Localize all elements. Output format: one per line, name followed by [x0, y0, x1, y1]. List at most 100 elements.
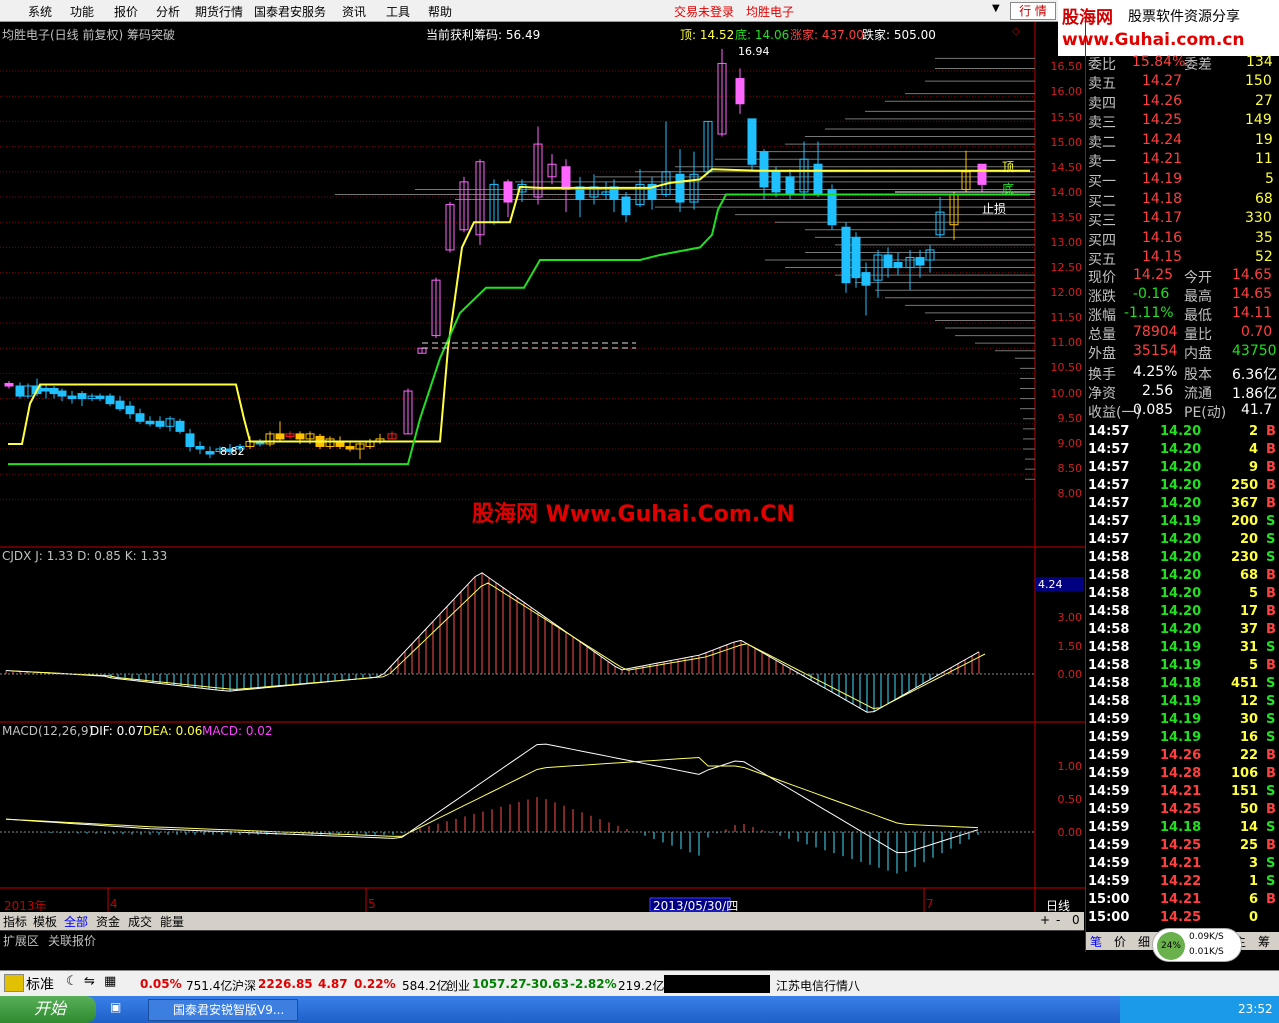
tab-capital[interactable]: 资金 [96, 913, 120, 930]
candle-body [205, 451, 215, 455]
tick-row: 14:58 14.19 12 S [1088, 694, 1276, 709]
cjdx-cursor-value: 4.24 [1038, 578, 1063, 591]
market-status-bar: 标准 ☾ ⇋ ▦ 0.05% 751.4亿 沪深 2226.85 4.87 0.… [0, 970, 1279, 996]
candle-body [195, 445, 205, 450]
macd-dif-line [5, 743, 979, 854]
candle-body [621, 196, 631, 216]
tick-row: 14:57 14.20 250 B [1088, 478, 1276, 493]
candle-body [125, 405, 135, 415]
start-button[interactable]: 开始 [0, 996, 96, 1023]
sell-level-row: 卖四 14.26 27 [1088, 92, 1273, 112]
menu-news[interactable]: 资讯 [342, 3, 366, 20]
candle-body [345, 445, 355, 450]
trade-login-status[interactable]: 交易未登录 [674, 3, 734, 20]
clock[interactable]: 23:52 [1238, 1002, 1273, 1016]
app-icon[interactable] [4, 974, 24, 992]
menu-function[interactable]: 功能 [70, 3, 94, 20]
stat-row: 总量 78904 量比 0.70 [1088, 324, 1273, 343]
bottom-price-label: 底: 14.06 [735, 28, 790, 42]
quick-launch-icon[interactable]: ▣ [110, 1000, 130, 1018]
price-gridlines [0, 70, 1035, 500]
tick-row: 14:57 14.20 367 B [1088, 496, 1276, 511]
buy-level-row: 买四 14.16 35 [1088, 229, 1273, 249]
menu-tools[interactable]: 工具 [386, 3, 410, 20]
tick-row: 14:59 14.28 106 B [1088, 766, 1276, 781]
taskbar-app-button[interactable]: 国泰君安锐智版V9... [148, 999, 298, 1021]
candle-body [747, 118, 757, 165]
candle-body [155, 420, 165, 427]
candle-body [57, 390, 67, 397]
tick-row: 15:00 14.25 0 [1088, 910, 1259, 925]
tab-trades[interactable]: 成交 [128, 913, 152, 930]
tab-template[interactable]: 模板 [33, 913, 57, 930]
candlesticks [4, 48, 987, 460]
quote-tab[interactable]: 筹 [1258, 933, 1270, 950]
current-stock-name: 均胜电子 [746, 5, 795, 19]
network-speed-widget: 24% 0.09K/S 0.01K/S [1152, 928, 1242, 962]
candle-body [105, 395, 115, 405]
candle-body [861, 272, 871, 286]
candle-body [67, 395, 77, 400]
candle-body [135, 413, 145, 422]
tick-row: 14:59 14.21 151 S [1088, 784, 1276, 799]
system-tray: 23:52 [1120, 996, 1279, 1023]
top-marker: 顶 [1002, 160, 1015, 174]
cjdx-k-line [5, 572, 980, 713]
zoom-in-button[interactable]: + [1040, 913, 1050, 927]
candle-body [77, 393, 87, 400]
menu-system[interactable]: 系统 [28, 3, 52, 20]
tick-row: 14:58 14.20 5 B [1088, 586, 1276, 601]
watermark: 股海网 Www.Guhai.Com.CN [472, 502, 795, 527]
standard-mode[interactable]: 标准 [26, 974, 54, 994]
time-axis-july: 7 [926, 897, 934, 911]
tick-row: 14:59 14.26 22 B [1088, 748, 1276, 763]
low-price-annotation: 8.82 [220, 445, 245, 458]
menu-futures[interactable]: 期货行情 [195, 3, 243, 20]
candle-body [15, 385, 25, 397]
tick-row: 14:59 14.19 30 S [1088, 712, 1276, 727]
news-ticker[interactable]: 江苏电信行情八 [776, 977, 860, 994]
tab-related-quotes[interactable]: 关联报价 [48, 932, 96, 949]
tick-row: 14:57 14.19 200 S [1088, 514, 1276, 529]
candle-body [95, 395, 105, 400]
tick-row: 14:57 14.20 4 B [1088, 442, 1276, 457]
arrows-icon[interactable]: ⇋ [84, 974, 95, 989]
cjdx-header: CJDX J: 1.33 D: 0.85 K: 1.33 [2, 549, 168, 563]
tick-row: 14:58 14.20 230 S [1088, 550, 1276, 565]
dropdown-arrow-icon[interactable]: ▼ [992, 3, 1000, 14]
candle-body [771, 171, 781, 193]
stop-loss-marker: 止损 [982, 202, 1007, 216]
diamond-icon[interactable]: ◇ [1012, 26, 1020, 37]
macd-dea-value: DEA: 0.06 [143, 724, 203, 738]
tab-indicator[interactable]: 指标 [3, 913, 27, 930]
stat-row: 现价 14.25 今开 14.65 [1088, 267, 1273, 286]
tick-row: 14:57 14.20 20 S [1088, 532, 1276, 547]
quote-mode-button[interactable]: 行 情 [1010, 2, 1056, 20]
tab-extension-area[interactable]: 扩展区 [3, 932, 39, 949]
tick-row: 14:59 14.18 14 S [1088, 820, 1276, 835]
quote-tab[interactable]: 笔 [1090, 933, 1102, 950]
tab-all[interactable]: 全部 [64, 913, 88, 930]
zoom-reset-button[interactable]: 0 [1072, 913, 1080, 927]
quote-tab[interactable]: 价 [1114, 933, 1126, 950]
stat-row: 涨跌 -0.16 最高 14.65 [1088, 286, 1273, 305]
tick-row: 14:59 14.21 3 S [1088, 856, 1276, 871]
menu-help[interactable]: 帮助 [428, 3, 452, 20]
candle-body [115, 400, 125, 410]
candle-body [145, 420, 155, 425]
keyboard-icon[interactable]: ▦ [104, 974, 116, 989]
menu-analysis[interactable]: 分析 [156, 3, 180, 20]
stat-row: 收益(一) 0.085 PE(动) 41.7 [1088, 402, 1273, 421]
moon-icon[interactable]: ☾ [66, 974, 78, 989]
menu-gtja-service[interactable]: 国泰君安服务 [254, 3, 326, 20]
buy-level-row: 买三 14.17 330 [1088, 210, 1272, 229]
profit-chip-label: 当前获利筹码: 56.49 [426, 28, 541, 42]
quote-tab[interactable]: 细 [1138, 933, 1150, 950]
time-axis-april: 4 [110, 897, 118, 911]
top-price-label: 顶: 14.52 [680, 28, 735, 42]
zoom-out-button[interactable]: - [1056, 913, 1060, 927]
kline-chart-area[interactable] [0, 22, 1086, 912]
macd-value: MACD: 0.02 [202, 724, 273, 738]
tab-energy[interactable]: 能量 [160, 913, 184, 930]
menu-quote[interactable]: 报价 [114, 3, 138, 20]
